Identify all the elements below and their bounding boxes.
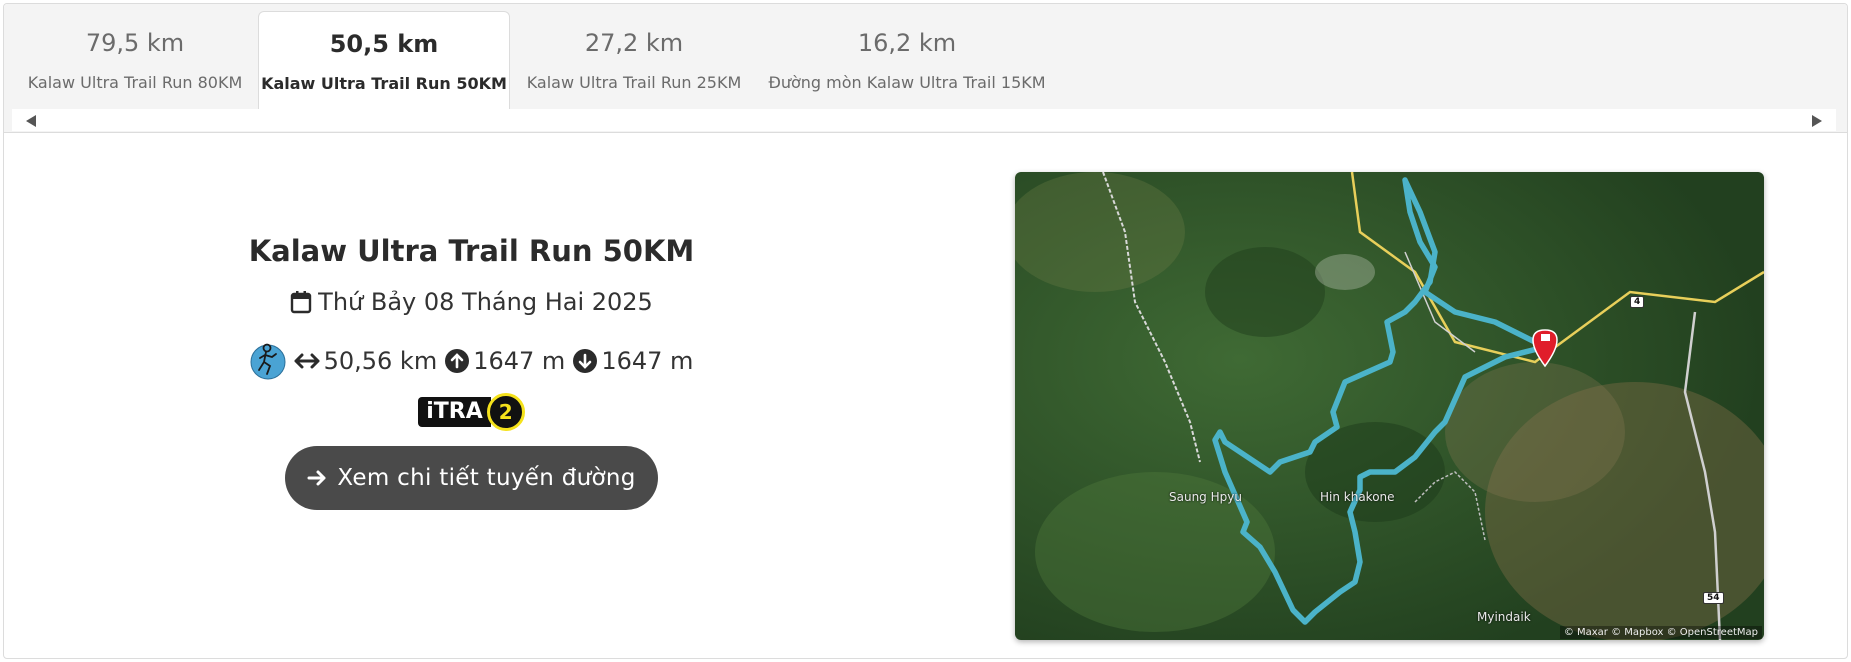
distance-arrows-icon (294, 353, 320, 369)
view-route-details-button[interactable]: Xem chi tiết tuyến đường (285, 446, 658, 510)
chevron-right-icon[interactable] (1812, 115, 1822, 127)
tab-name: Kalaw Ultra Trail Run 80KM (27, 73, 243, 92)
place-label: Myindaik (1477, 610, 1531, 624)
itra-label: iTRA (418, 397, 491, 427)
race-tab-bar: 79,5 km Kalaw Ultra Trail Run 80KM 50,5 … (4, 4, 1847, 133)
race-title: Kalaw Ultra Trail Run 50KM (248, 234, 695, 268)
race-date: Thứ Bảy 08 Tháng Hai 2025 (318, 288, 653, 316)
tab-distance: 79,5 km (85, 29, 185, 57)
itra-badge-row: iTRA 2 (154, 392, 789, 432)
tab-distance: 16,2 km (857, 29, 957, 57)
race-card: 79,5 km Kalaw Ultra Trail Run 80KM 50,5 … (3, 3, 1848, 659)
elevation-loss-value: 1647 m (601, 347, 694, 375)
tab-name: Kalaw Ultra Trail Run 25KM (526, 73, 742, 92)
tab-name: Kalaw Ultra Trail Run 50KM (261, 74, 507, 93)
arrow-up-circle-icon (445, 349, 470, 373)
route-map[interactable]: Saung Hpyu Hin khakone Myindaik 4 54 © M… (1015, 172, 1764, 640)
tab-scrollbar[interactable] (12, 109, 1836, 131)
elevation-gain-stat: 1647 m (445, 347, 565, 375)
place-label: Saung Hpyu (1169, 490, 1242, 504)
itra-points: 2 (486, 393, 525, 431)
elevation-gain-value: 1647 m (473, 347, 566, 375)
race-info: Kalaw Ultra Trail Run 50KM Thứ Bảy 08 Th… (154, 234, 789, 510)
tab-distance: 27,2 km (584, 29, 684, 57)
chevron-left-icon[interactable] (26, 115, 36, 127)
satellite-map (1015, 172, 1764, 640)
tab-25km[interactable]: 27,2 km Kalaw Ultra Trail Run 25KM (510, 11, 758, 111)
race-date-row: Thứ Bảy 08 Tháng Hai 2025 (154, 288, 789, 316)
tab-50km[interactable]: 50,5 km Kalaw Ultra Trail Run 50KM (258, 11, 510, 111)
arrow-down-circle-icon (573, 349, 598, 373)
calendar-icon (290, 291, 312, 314)
distance-value: 50,56 km (323, 347, 438, 375)
arrow-right-icon (307, 470, 326, 486)
tab-80km[interactable]: 79,5 km Kalaw Ultra Trail Run 80KM (12, 11, 258, 111)
road-shield: 54 (1703, 592, 1724, 604)
race-stats: 50,56 km 1647 m 1647 m (154, 342, 789, 380)
place-label: Hin khakone (1320, 490, 1395, 504)
tab-15km[interactable]: 16,2 km Đường mòn Kalaw Ultra Trail 15KM (758, 11, 1056, 111)
tab-distance: 50,5 km (329, 30, 439, 58)
road-shield: 4 (1630, 296, 1645, 308)
itra-badge: iTRA 2 (418, 392, 525, 432)
elevation-loss-stat: 1647 m (573, 347, 693, 375)
map-attribution[interactable]: © Maxar © Mapbox © OpenStreetMap (1559, 626, 1762, 639)
tab-name: Đường mòn Kalaw Ultra Trail 15KM (768, 73, 1046, 92)
distance-stat: 50,56 km (294, 347, 438, 375)
view-route-details-label: Xem chi tiết tuyến đường (337, 465, 636, 491)
cta-wrap: Xem chi tiết tuyến đường (154, 446, 789, 510)
runner-icon (250, 343, 286, 380)
